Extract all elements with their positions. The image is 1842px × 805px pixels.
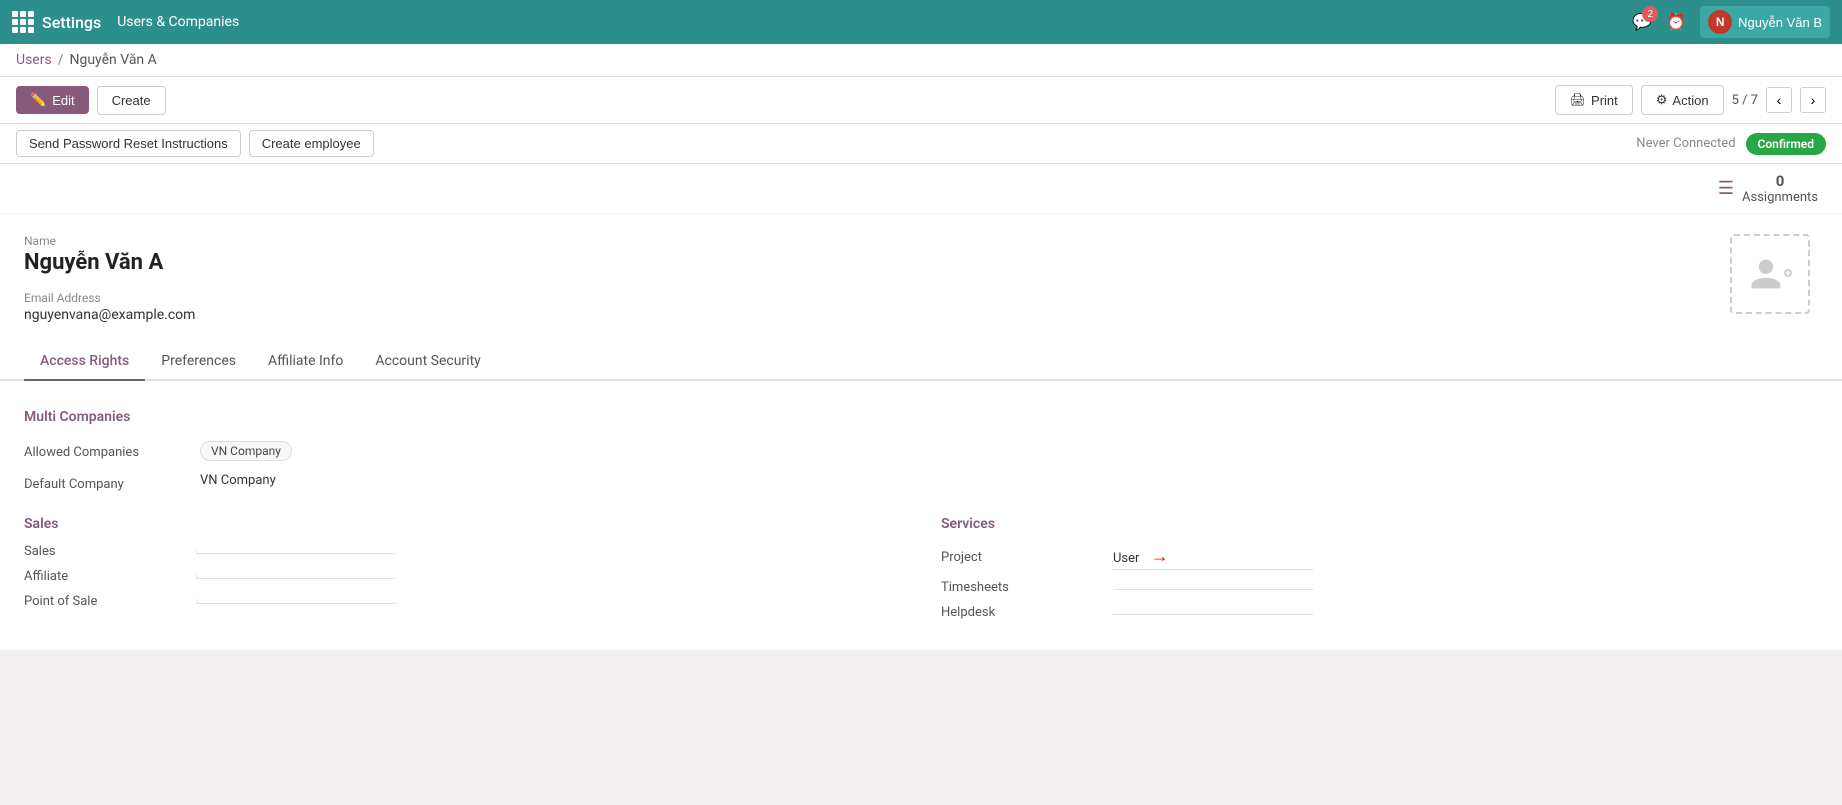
edit-icon: ✏️	[30, 92, 46, 108]
sales-label-2: Point of Sale	[24, 594, 184, 609]
navbar: Settings Users & Companies 💬 2 ⏰ N Nguyễ…	[0, 0, 1842, 44]
services-section: Services Project User → Timesheets Helpd…	[941, 516, 1818, 630]
user-avatar: N	[1708, 10, 1732, 34]
tab-affiliate-info[interactable]: Affiliate Info	[252, 343, 359, 381]
pager: 5 / 7 ‹ ›	[1732, 87, 1826, 113]
services-label-0: Project	[941, 550, 1101, 565]
app-logo[interactable]: Settings	[12, 11, 101, 33]
allowed-companies-row: Allowed Companies VN Company	[24, 441, 1818, 461]
pager-prev-button[interactable]: ‹	[1766, 87, 1792, 113]
edit-button[interactable]: ✏️ Edit	[16, 86, 89, 114]
assignments-bar: ☰ 0 Assignments	[0, 164, 1842, 214]
gear-icon: ⚙	[1656, 92, 1668, 108]
create-button[interactable]: Create	[97, 86, 166, 115]
services-header: Services	[941, 516, 1818, 532]
toolbar: ✏️ Edit Create 🖨 Print ⚙ Action 5 / 7 ‹ …	[0, 77, 1842, 124]
services-label-1: Timesheets	[941, 580, 1101, 595]
sales-header: Sales	[24, 516, 901, 532]
action-bar: Send Password Reset Instructions Create …	[0, 124, 1842, 164]
sales-row-2: Point of Sale	[24, 594, 901, 609]
print-icon: 🖨	[1570, 92, 1587, 108]
services-row-1: Timesheets	[941, 580, 1818, 595]
breadcrumb-parent[interactable]: Users	[16, 52, 52, 68]
sales-row-1: Affiliate	[24, 569, 901, 584]
email-label: Email Address	[24, 291, 1710, 305]
assignments-label: Assignments	[1742, 190, 1818, 205]
sales-label-1: Affiliate	[24, 569, 184, 584]
pager-next-button[interactable]: ›	[1800, 87, 1826, 113]
name-label: Name	[24, 234, 1710, 248]
two-col-sections: Sales Sales Affiliate Point of Sale Serv…	[24, 516, 1818, 630]
notifications-button[interactable]: 💬 2	[1632, 12, 1652, 32]
main-content: ☰ 0 Assignments Name Nguyễn Văn A Email …	[0, 164, 1842, 650]
services-row-0: Project User →	[941, 544, 1818, 570]
navbar-left: Settings Users & Companies	[12, 11, 239, 33]
navbar-right: 💬 2 ⏰ N Nguyễn Văn B	[1632, 6, 1830, 38]
breadcrumb-separator: /	[58, 52, 64, 68]
tab-content-access-rights: Multi Companies Allowed Companies VN Com…	[0, 381, 1842, 650]
services-row-2: Helpdesk	[941, 605, 1818, 620]
services-value-2	[1113, 610, 1313, 615]
sales-value-1	[196, 574, 396, 579]
assignments-count: 0	[1742, 172, 1818, 190]
user-menu-button[interactable]: N Nguyễn Văn B	[1700, 6, 1830, 38]
default-company-label: Default Company	[24, 473, 184, 492]
services-label-2: Helpdesk	[941, 605, 1101, 620]
never-connected-status: Never Connected	[1636, 136, 1735, 151]
create-employee-button[interactable]: Create employee	[249, 130, 374, 157]
sales-label-0: Sales	[24, 544, 184, 559]
allowed-companies-tag: VN Company	[200, 441, 292, 461]
module-name: Users & Companies	[117, 14, 239, 30]
grid-icon	[12, 11, 34, 33]
default-company-row: Default Company VN Company	[24, 473, 1818, 492]
notification-badge: 2	[1642, 6, 1658, 22]
default-company-value: VN Company	[200, 473, 276, 488]
assignments-text: 0 Assignments	[1742, 172, 1818, 205]
sales-row-0: Sales	[24, 544, 901, 559]
arrow-indicator: →	[1151, 546, 1169, 567]
confirmed-status-badge: Confirmed	[1746, 133, 1826, 155]
profile-section: Name Nguyễn Văn A Email Address nguyenva…	[0, 214, 1842, 343]
name-value: Nguyễn Văn A	[24, 250, 1710, 275]
settings-button[interactable]: ⏰	[1666, 12, 1686, 32]
allowed-companies-label: Allowed Companies	[24, 441, 184, 460]
print-button[interactable]: 🖨 Print	[1555, 85, 1633, 115]
sales-value-2	[196, 599, 396, 604]
email-value: nguyenvana@example.com	[24, 307, 1710, 323]
services-value-0: User →	[1113, 544, 1313, 570]
profile-info: Name Nguyễn Văn A Email Address nguyenva…	[24, 234, 1710, 323]
services-value-1	[1113, 585, 1313, 590]
action-button[interactable]: ⚙ Action	[1641, 85, 1724, 115]
pager-text: 5 / 7	[1732, 93, 1758, 108]
assignments-icon: ☰	[1718, 178, 1734, 199]
tab-account-security[interactable]: Account Security	[359, 343, 496, 381]
breadcrumb: Users / Nguyễn Văn A	[0, 44, 1842, 77]
tabs-bar: Access Rights Preferences Affiliate Info…	[0, 343, 1842, 381]
send-reset-button[interactable]: Send Password Reset Instructions	[16, 130, 241, 157]
app-name: Settings	[42, 13, 101, 32]
multi-companies-header: Multi Companies	[24, 409, 1818, 425]
avatar-upload[interactable]	[1730, 234, 1810, 314]
sales-value-0	[196, 549, 396, 554]
user-name: Nguyễn Văn B	[1738, 15, 1822, 30]
tab-preferences[interactable]: Preferences	[145, 343, 252, 381]
breadcrumb-current: Nguyễn Văn A	[69, 52, 156, 68]
sales-section: Sales Sales Affiliate Point of Sale	[24, 516, 901, 630]
tab-access-rights[interactable]: Access Rights	[24, 343, 145, 381]
